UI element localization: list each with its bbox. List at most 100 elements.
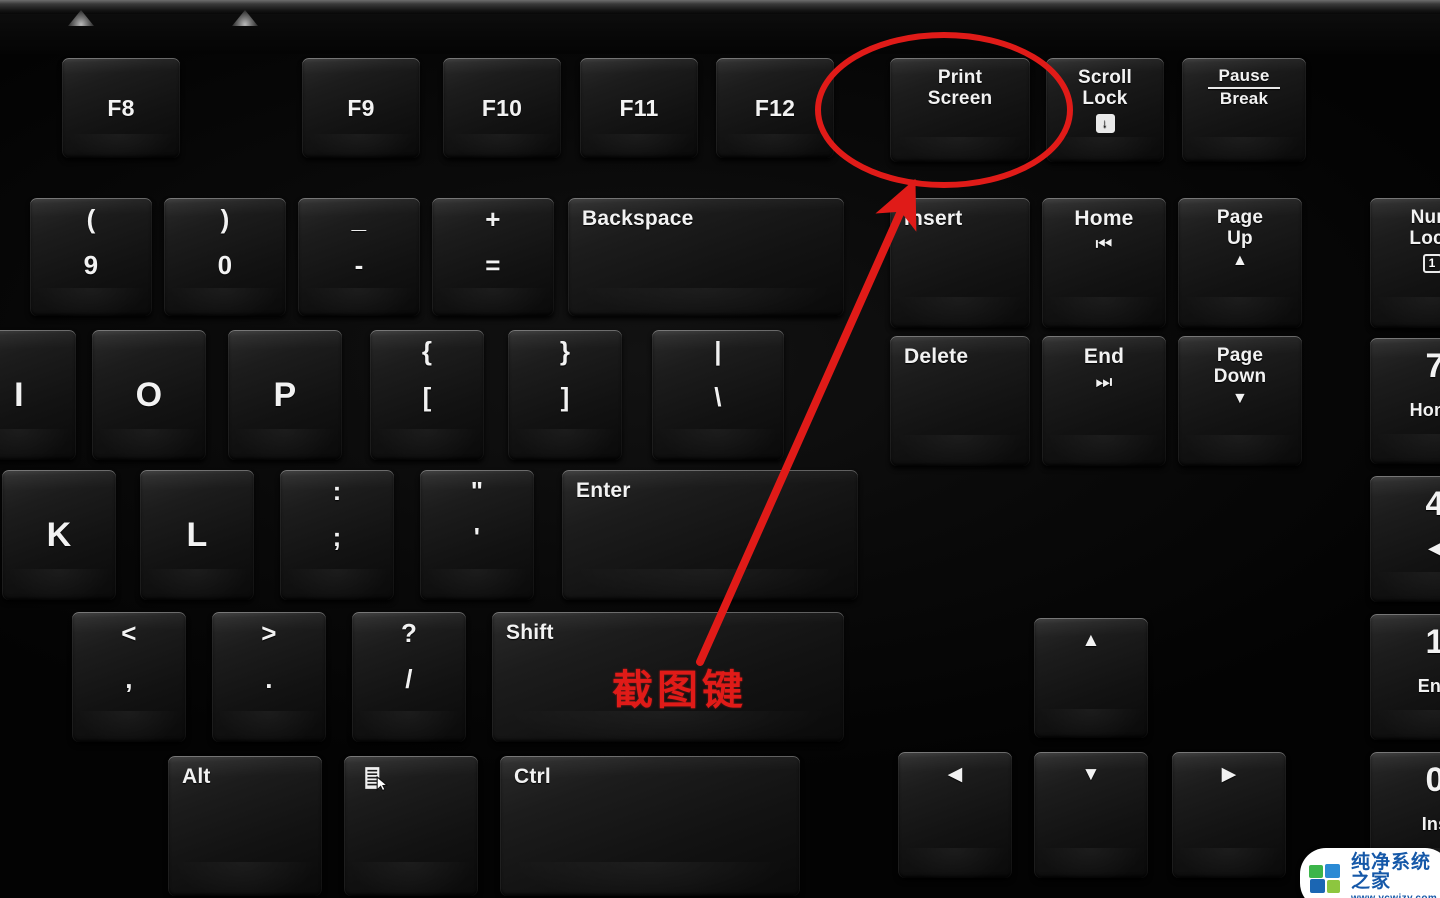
key-label: 1 <box>1425 623 1440 661</box>
key-sublabel: End <box>1417 676 1440 696</box>
key-label-lower: 9 <box>83 250 99 280</box>
key-label-upper: < <box>121 618 137 648</box>
key-numpad-7[interactable]: 7 Home <box>1370 338 1440 464</box>
key-f11[interactable]: F11 <box>580 58 698 158</box>
keyboard-bezel-plate <box>0 14 1440 54</box>
key-scroll-lock[interactable]: Scroll Lock ↓ <box>1046 58 1164 162</box>
key-digit-0[interactable]: ) 0 <box>164 198 286 316</box>
key-label-lower: ' <box>473 522 481 552</box>
key-slash[interactable]: ? / <box>352 612 466 742</box>
key-home[interactable]: Home ⏮ <box>1042 198 1166 328</box>
key-label: Scroll Lock <box>1078 67 1132 110</box>
key-numpad-1[interactable]: 1 End <box>1370 614 1440 740</box>
key-label: P <box>273 375 297 414</box>
key-pause-break[interactable]: Pause Break <box>1182 58 1306 162</box>
key-glyph-icon: ⏭ <box>1095 372 1113 393</box>
key-label-lower: \ <box>714 382 722 412</box>
key-insert[interactable]: Insert <box>890 198 1030 328</box>
key-print-screen[interactable]: Print Screen <box>890 58 1030 162</box>
key-glyph-icon: ▼ <box>1231 389 1249 407</box>
key-label-upper: ) <box>220 204 230 234</box>
key-label-upper: | <box>714 336 722 366</box>
key-quote[interactable]: " ' <box>420 470 534 600</box>
key-f12[interactable]: F12 <box>716 58 834 158</box>
key-glyph-icon: ◀ <box>947 764 963 785</box>
key-label-upper: " <box>470 476 484 506</box>
key-backspace[interactable]: Backspace <box>568 198 844 316</box>
key-label: F9 <box>347 94 375 121</box>
key-label-upper: } <box>559 336 571 366</box>
key-f10[interactable]: F10 <box>443 58 561 158</box>
watermark-title: 纯净系统之家 <box>1351 851 1432 892</box>
key-semicolon[interactable]: :; <box>280 470 394 600</box>
key-label: F11 <box>619 94 659 121</box>
key-glyph-icon: ▶ <box>1221 764 1237 785</box>
key-label-upper: > <box>261 618 277 648</box>
key-label-lower: ; <box>332 522 342 552</box>
key-label-lower: [ <box>422 382 432 412</box>
key-key-l[interactable]: L <box>140 470 254 600</box>
key-num-lock[interactable]: NumLock 1 <box>1370 198 1440 328</box>
key-label: End <box>1083 345 1125 368</box>
key-arrow-right[interactable]: ▶ <box>1172 752 1286 878</box>
key-label-lower: . <box>265 664 273 694</box>
key-page-up[interactable]: Page Up ▲ <box>1178 198 1302 328</box>
keyboard-top-bezel <box>0 0 1440 14</box>
key-label: 7 <box>1425 347 1440 385</box>
key-label: O <box>135 375 163 414</box>
key-label-lower: ] <box>560 382 570 412</box>
key-sublabel: Home <box>1409 400 1440 420</box>
key-bracket-right[interactable]: }] <box>508 330 622 460</box>
key-enter[interactable]: Enter <box>562 470 858 600</box>
key-label: K <box>46 515 72 554</box>
key-arrow-left[interactable]: ◀ <box>898 752 1012 878</box>
key-label: Backspace <box>582 207 694 230</box>
key-bracket-left[interactable]: {[ <box>370 330 484 460</box>
key-f9[interactable]: F9 <box>302 58 420 158</box>
key-ctrl-right[interactable]: Ctrl <box>500 756 800 896</box>
key-label: NumLock <box>1409 207 1440 250</box>
key-period[interactable]: >. <box>212 612 326 742</box>
context-menu-icon <box>365 767 388 791</box>
key-label-upper: + <box>485 204 501 234</box>
key-arrow-down[interactable]: ▼ <box>1034 752 1148 878</box>
key-label-lower: , <box>125 664 133 694</box>
key-label: F8 <box>107 94 135 121</box>
key-backslash[interactable]: | \ <box>652 330 784 460</box>
key-label-upper: ( <box>86 204 96 234</box>
key-key-p[interactable]: P <box>228 330 342 460</box>
key-label-upper: Pause <box>1218 66 1270 85</box>
key-key-k[interactable]: K <box>2 470 116 600</box>
key-glyph-icon: ⏮ <box>1095 234 1113 255</box>
key-sublabel: Ins <box>1421 814 1440 834</box>
key-menu[interactable] <box>344 756 478 896</box>
key-label: Insert <box>904 207 963 230</box>
key-label: I <box>14 375 24 414</box>
key-label: Print Screen <box>927 67 993 110</box>
key-key-i[interactable]: I <box>0 330 76 460</box>
key-end[interactable]: End ⏭ <box>1042 336 1166 466</box>
key-minus[interactable]: _ - <box>298 198 420 316</box>
watermark-url: www.ycwjzy.com <box>1351 894 1437 898</box>
key-numpad-4[interactable]: 4 ◀ <box>1370 476 1440 602</box>
key-equals[interactable]: + = <box>432 198 554 316</box>
key-label: Ctrl <box>514 765 551 788</box>
key-delete[interactable]: Delete <box>890 336 1030 466</box>
key-label: Shift <box>506 621 554 644</box>
key-arrow-up[interactable]: ▲ <box>1034 618 1148 738</box>
chinese-annotation-label: 截图键 <box>612 666 747 714</box>
watermark-logo-icon <box>1309 863 1343 894</box>
key-label: 4 <box>1425 485 1440 523</box>
key-page-down[interactable]: Page Down ▼ <box>1178 336 1302 466</box>
key-key-o[interactable]: O <box>92 330 206 460</box>
key-label: Alt <box>182 765 211 788</box>
key-label-upper: ? <box>400 618 418 648</box>
key-label: Page Up <box>1216 207 1264 250</box>
key-glyph-icon: ▲ <box>1081 630 1101 651</box>
key-digit-9[interactable]: (9 <box>30 198 152 316</box>
key-f8[interactable]: F8 <box>62 58 180 158</box>
key-label: Home <box>1074 207 1134 230</box>
key-label: Page Down <box>1213 345 1267 388</box>
key-comma[interactable]: <, <box>72 612 186 742</box>
key-alt-right[interactable]: Alt <box>168 756 322 896</box>
